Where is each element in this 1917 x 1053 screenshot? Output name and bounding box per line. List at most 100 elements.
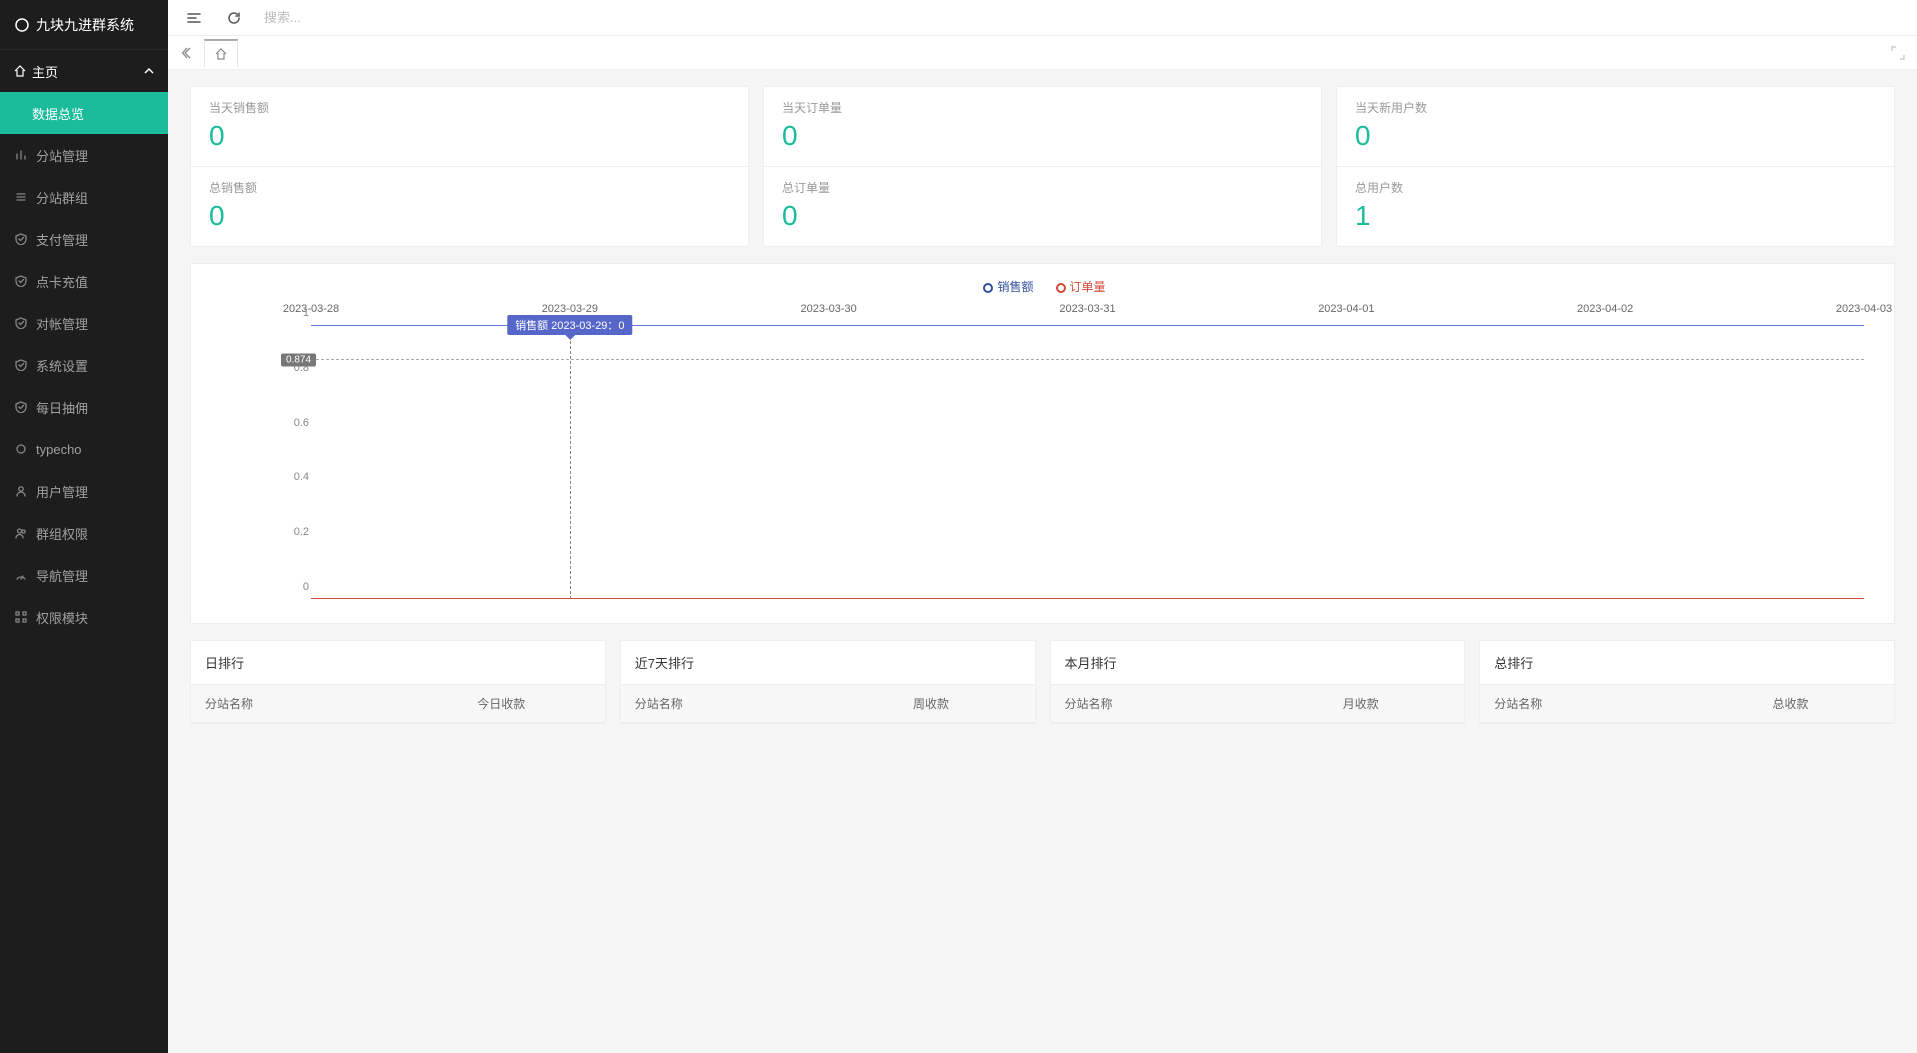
shield-check-icon [14,400,28,414]
shield-check-icon [14,274,28,288]
x-axis-tick: 2023-04-03 [1836,303,1892,315]
sidebar-item-label: 系统设置 [36,356,88,375]
stat-cell: 当天新用户数0 [1337,87,1894,166]
sidebar-item-4[interactable]: 点卡充值 [0,260,168,302]
x-axis-tick: 2023-03-28 [283,303,339,315]
stat-label: 当天销售额 [209,99,730,116]
rank-header: 分站名称今日收款 [191,685,605,723]
rank-card-3: 总排行分站名称总收款 [1479,640,1895,724]
stat-card-2: 当天新用户数0 总用户数 1 [1336,86,1895,247]
sidebar-item-label: 群组权限 [36,524,88,543]
stat-cell: 当天订单量 0 [764,87,1321,166]
gauge-icon [14,568,28,582]
sidebar-item-5[interactable]: 对帐管理 [0,302,168,344]
sidebar-item-7[interactable]: 每日抽佣 [0,386,168,428]
user-icon [14,484,28,498]
legend-orders[interactable]: 订单量 [1052,278,1106,295]
tabs-scroll-left-button[interactable] [174,39,202,67]
sidebar-item-6[interactable]: 系统设置 [0,344,168,386]
stat-label: 总销售额 [209,179,730,196]
menu-toggle-button[interactable] [176,0,212,36]
sidebar-item-2[interactable]: 分站群组 [0,176,168,218]
sidebar-item-label: 数据总览 [32,104,84,123]
chart-tooltip-text: 销售额 2023-03-29：0 [515,320,624,332]
chart-series-orders [311,598,1864,599]
shield-check-icon [14,358,28,372]
stat-cell: 总订单量0 [764,166,1321,246]
home-icon [14,65,26,77]
chart-guide-line: 0.874 [311,359,1864,360]
sidebar-item-11[interactable]: 导航管理 [0,554,168,596]
stat-value: 0 [209,200,730,232]
chevron-up-icon [144,66,154,76]
sidebar-item-label: 用户管理 [36,482,88,501]
rank-col-amount: 总收款 [1687,685,1894,722]
sidebar-item-label: 支付管理 [36,230,88,249]
y-axis-tick: 1 [303,307,309,319]
rankings-row: 日排行分站名称今日收款近7天排行分站名称周收款本月排行分站名称月收款总排行分站名… [190,640,1895,724]
stat-cell: 总用户数 1 [1337,166,1894,246]
sidebar-item-label: 权限模块 [36,608,88,627]
refresh-button[interactable] [216,0,252,36]
tab-home[interactable] [204,39,238,67]
x-axis-tick: 2023-03-31 [1059,303,1115,315]
rank-col-site: 分站名称 [1051,685,1258,722]
y-axis-tick: 0 [303,581,309,593]
bar-chart-icon [14,148,28,162]
stat-label: 当天订单量 [782,99,1303,116]
y-axis-tick: 0.6 [294,417,309,429]
rank-col-site: 分站名称 [1480,685,1687,722]
x-axis-tick: 2023-03-30 [801,303,857,315]
rank-header: 分站名称月收款 [1051,685,1465,723]
stat-value: 0 [782,120,1303,152]
list-icon [14,190,28,204]
search-input[interactable] [256,10,1909,25]
content: 当天销售额0总销售额0当天订单量0总订单量0当天新用户数0总用户数1 销售额 订… [168,70,1917,1053]
sidebar-item-12[interactable]: 权限模块 [0,596,168,638]
sidebar-item-9[interactable]: 用户管理 [0,470,168,512]
chart-crosshair [570,326,571,599]
grid-icon [14,610,28,624]
y-axis-tick: 0.4 [294,471,309,483]
legend-marker-icon [1052,286,1066,288]
x-axis-tick: 2023-03-29 [542,303,598,315]
rank-card-0: 日排行分站名称今日收款 [190,640,606,724]
sidebar: 九块九进群系统 主页 数据总览分站管理分站群组支付管理点卡充值对帐管理系统设置每… [0,0,168,1053]
legend-orders-label: 订单量 [1070,278,1106,295]
stat-label: 总用户数 [1355,179,1876,196]
sidebar-item-8[interactable]: typecho [0,428,168,470]
topbar [168,0,1917,36]
nav-group-label: 主页 [32,62,58,81]
sidebar-item-0[interactable]: 数据总览 [0,92,168,134]
stat-value: 0 [782,200,1303,232]
legend-sales-label: 销售额 [997,278,1033,295]
nav-group-home[interactable]: 主页 [0,50,168,92]
legend-sales[interactable]: 销售额 [979,278,1033,295]
chart-card: 销售额 订单量 2023-03-282023-03-292023-03-3020… [190,263,1895,624]
chart-tooltip: 销售额 2023-03-29：0 [507,315,632,335]
rank-title: 总排行 [1480,641,1894,685]
sidebar-item-3[interactable]: 支付管理 [0,218,168,260]
spinner-icon [14,442,28,456]
stat-value: 1 [1355,200,1876,232]
sidebar-item-label: 每日抽佣 [36,398,88,417]
rank-card-2: 本月排行分站名称月收款 [1050,640,1466,724]
chart-legend: 销售额 订单量 [201,278,1884,295]
home-icon [215,48,227,60]
stat-card-1: 当天订单量0总订单量0 [763,86,1322,247]
stats-row: 当天销售额0总销售额0当天订单量0总订单量0当天新用户数0总用户数1 [190,86,1895,247]
users-icon [14,526,28,540]
rank-title: 本月排行 [1051,641,1465,685]
sidebar-item-10[interactable]: 群组权限 [0,512,168,554]
chart-plot-area[interactable]: 2023-03-28 2023-03-29 2023-03-30 2023-03-31… [211,303,1874,603]
chart-guide-label: 0.874 [281,354,316,367]
stat-card-0: 当天销售额 0总销售额 0 [190,86,749,247]
stat-cell: 总销售额 0 [191,166,748,246]
brand: 九块九进群系统 [0,0,168,50]
sidebar-item-label: typecho [36,442,82,457]
rank-header: 分站名称总收款 [1480,685,1894,723]
sidebar-item-label: 导航管理 [36,566,88,585]
sidebar-item-label: 分站管理 [36,146,88,165]
sidebar-item-1[interactable]: 分站管理 [0,134,168,176]
expand-icon[interactable] [1891,46,1917,60]
